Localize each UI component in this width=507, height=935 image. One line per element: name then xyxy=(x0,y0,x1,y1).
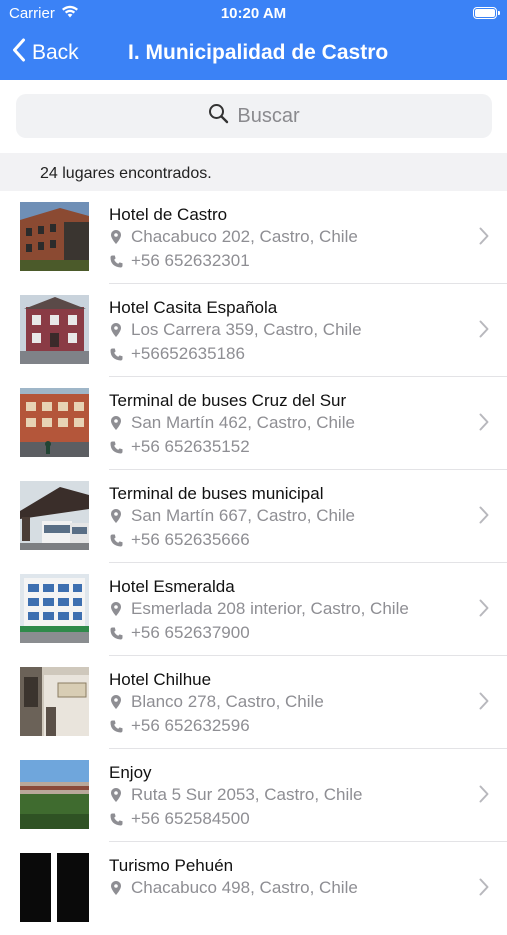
place-phone: +56 652584500 xyxy=(131,809,250,828)
place-phone: +56 652635152 xyxy=(131,437,250,456)
place-name: Hotel de Castro xyxy=(109,205,228,224)
search-placeholder: Buscar xyxy=(237,104,300,127)
place-phone: +56 652632301 xyxy=(131,251,250,270)
phone-icon xyxy=(109,348,123,361)
location-pin-icon xyxy=(109,230,123,244)
place-address-row: Chacabuco 498, Castro, Chile xyxy=(109,878,358,898)
chevron-right-icon xyxy=(479,785,489,808)
location-pin-icon xyxy=(109,509,123,523)
location-pin-icon xyxy=(109,788,123,802)
place-address-row: San Martín 667, Castro, Chile xyxy=(109,506,355,526)
place-address-row: Esmerlada 208 interior, Castro, Chile xyxy=(109,599,409,619)
place-photo xyxy=(20,760,89,829)
chevron-right-icon xyxy=(479,692,489,715)
location-pin-icon xyxy=(109,881,123,895)
back-button[interactable]: Back xyxy=(12,38,79,67)
list-item[interactable]: Terminal de buses Cruz del Sur San Martí… xyxy=(0,377,507,470)
list-item[interactable]: Enjoy Ruta 5 Sur 2053, Castro, Chile +56… xyxy=(0,749,507,842)
phone-icon xyxy=(109,441,123,454)
place-phone-row: +56 652632301 xyxy=(109,251,250,271)
chevron-right-icon xyxy=(479,878,489,901)
phone-icon xyxy=(109,255,123,268)
nav-bar: Back I. Municipalidad de Castro xyxy=(0,28,507,78)
place-phone-row: +56652635186 xyxy=(109,344,245,364)
place-address-row: San Martín 462, Castro, Chile xyxy=(109,413,355,433)
place-phone: +56 652637900 xyxy=(131,623,250,642)
place-address-row: Chacabuco 202, Castro, Chile xyxy=(109,227,358,247)
place-photo xyxy=(20,295,89,364)
place-phone-row: +56 652635666 xyxy=(109,530,250,550)
chevron-right-icon xyxy=(479,599,489,622)
place-photo xyxy=(20,481,89,550)
place-photo xyxy=(20,202,89,271)
page-title: I. Municipalidad de Castro xyxy=(128,41,389,64)
place-phone: +56 652635666 xyxy=(131,530,250,549)
search-icon xyxy=(208,103,229,129)
place-phone-row: +56 652584500 xyxy=(109,809,250,829)
search-section: Buscar xyxy=(0,80,507,153)
place-name: Hotel Casita Española xyxy=(109,298,278,317)
navigation-header: Carrier 10:20 AM Back I. Municipalidad d… xyxy=(0,0,507,80)
place-address: Ruta 5 Sur 2053, Castro, Chile xyxy=(131,785,363,804)
phone-icon xyxy=(109,627,123,640)
search-field[interactable]: Buscar xyxy=(16,94,492,138)
list-item[interactable]: Turismo Pehuén Chacabuco 498, Castro, Ch… xyxy=(0,842,507,935)
place-address: Chacabuco 202, Castro, Chile xyxy=(131,227,358,246)
places-list: Hotel de Castro Chacabuco 202, Castro, C… xyxy=(0,191,507,935)
results-count: 24 lugares encontrados. xyxy=(40,165,212,182)
back-label: Back xyxy=(32,40,79,64)
list-item[interactable]: Hotel Esmeralda Esmerlada 208 interior, … xyxy=(0,563,507,656)
location-pin-icon xyxy=(109,602,123,616)
place-name: Terminal de buses municipal xyxy=(109,484,324,503)
phone-icon xyxy=(109,534,123,547)
location-pin-icon xyxy=(109,695,123,709)
place-address: Los Carrera 359, Castro, Chile xyxy=(131,320,362,339)
place-name: Hotel Esmeralda xyxy=(109,577,235,596)
place-address-row: Blanco 278, Castro, Chile xyxy=(109,692,324,712)
place-name: Enjoy xyxy=(109,763,152,782)
clock: 10:20 AM xyxy=(220,5,287,22)
place-name: Turismo Pehuén xyxy=(109,856,234,875)
chevron-right-icon xyxy=(479,413,489,436)
place-photo xyxy=(20,853,89,922)
place-photo xyxy=(20,667,89,736)
place-address: Blanco 278, Castro, Chile xyxy=(131,692,324,711)
location-pin-icon xyxy=(109,416,123,430)
place-phone-row: +56 652632596 xyxy=(109,716,250,736)
battery-icon xyxy=(473,7,500,19)
status-bar: Carrier 10:20 AM xyxy=(0,0,507,28)
list-item[interactable]: Hotel de Castro Chacabuco 202, Castro, C… xyxy=(0,191,507,284)
place-photo xyxy=(20,388,89,457)
chevron-right-icon xyxy=(479,227,489,250)
location-pin-icon xyxy=(109,323,123,337)
place-name: Terminal de buses Cruz del Sur xyxy=(109,391,347,410)
place-phone-row: +56 652637900 xyxy=(109,623,250,643)
place-phone: +56 652632596 xyxy=(131,716,250,735)
phone-icon xyxy=(109,813,123,826)
chevron-left-icon xyxy=(12,38,26,67)
place-address: Chacabuco 498, Castro, Chile xyxy=(131,878,358,897)
list-item[interactable]: Hotel Casita Española Los Carrera 359, C… xyxy=(0,284,507,377)
place-photo xyxy=(20,574,89,643)
phone-icon xyxy=(109,720,123,733)
place-address: San Martín 667, Castro, Chile xyxy=(131,506,355,525)
place-address: San Martín 462, Castro, Chile xyxy=(131,413,355,432)
place-name: Hotel Chilhue xyxy=(109,670,212,689)
place-address-row: Los Carrera 359, Castro, Chile xyxy=(109,320,362,340)
chevron-right-icon xyxy=(479,320,489,343)
place-address-row: Ruta 5 Sur 2053, Castro, Chile xyxy=(109,785,363,805)
place-phone-row: +56 652635152 xyxy=(109,437,250,457)
place-phone: +56652635186 xyxy=(131,344,245,363)
chevron-right-icon xyxy=(479,506,489,529)
list-item[interactable]: Terminal de buses municipal San Martín 6… xyxy=(0,470,507,563)
list-item[interactable]: Hotel Chilhue Blanco 278, Castro, Chile … xyxy=(0,656,507,749)
place-address: Esmerlada 208 interior, Castro, Chile xyxy=(131,599,409,618)
results-count-bar: 24 lugares encontrados. xyxy=(0,153,507,191)
